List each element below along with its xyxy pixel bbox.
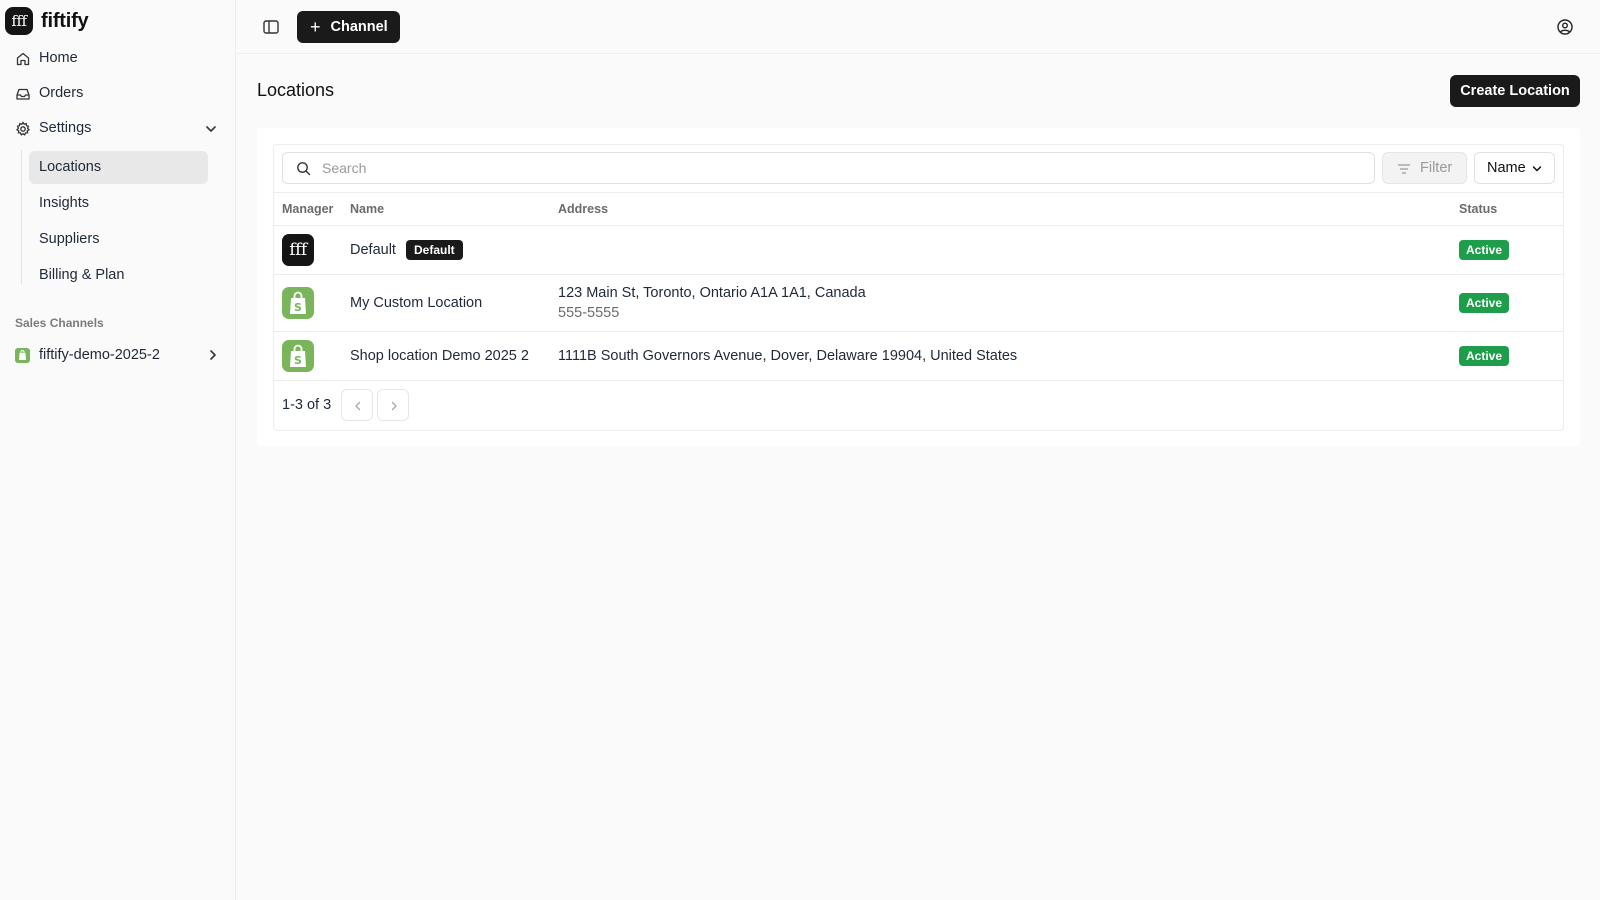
fiftify-manager-icon: fff bbox=[282, 234, 314, 266]
sidebar-item-label: Billing & Plan bbox=[39, 267, 125, 283]
status-badge: Active bbox=[1459, 346, 1510, 366]
sales-channels-heading: Sales Channels bbox=[15, 316, 104, 330]
sort-label: Name bbox=[1487, 160, 1526, 176]
divider bbox=[273, 192, 1564, 193]
next-page-button[interactable] bbox=[377, 389, 409, 421]
filter-icon bbox=[1397, 164, 1411, 174]
gear-icon bbox=[15, 121, 31, 136]
column-header-status: Status bbox=[1459, 202, 1498, 216]
divider bbox=[273, 380, 1564, 381]
location-name: Default bbox=[350, 242, 396, 258]
sidebar-item-label: Settings bbox=[39, 120, 92, 136]
chevron-down-icon[interactable] bbox=[204, 122, 218, 136]
create-location-button[interactable]: Create Location bbox=[1450, 75, 1580, 107]
user-account-icon[interactable] bbox=[1556, 18, 1574, 36]
sort-dropdown[interactable]: Name bbox=[1474, 152, 1555, 184]
add-channel-label: Channel bbox=[330, 19, 388, 35]
add-channel-button[interactable]: + Channel bbox=[297, 11, 400, 43]
filter-label: Filter bbox=[1420, 160, 1453, 176]
search-input[interactable] bbox=[322, 158, 1362, 178]
search-icon bbox=[297, 162, 311, 176]
svg-text:S: S bbox=[294, 301, 302, 314]
shopify-manager-icon: S bbox=[282, 287, 314, 319]
sidebar-item-label: Locations bbox=[39, 159, 102, 175]
search-field[interactable] bbox=[282, 152, 1375, 184]
sidebar-item-label: Orders bbox=[39, 85, 84, 101]
subnav-divider bbox=[21, 150, 22, 284]
sidebar-item-suppliers[interactable]: Suppliers bbox=[29, 223, 208, 256]
previous-page-button[interactable] bbox=[341, 389, 373, 421]
sidebar-item-label: Insights bbox=[39, 195, 89, 211]
sidebar-toggle-icon[interactable] bbox=[262, 18, 280, 36]
home-icon bbox=[16, 52, 30, 66]
chevron-right-icon bbox=[391, 401, 397, 411]
inbox-icon bbox=[16, 88, 30, 100]
sidebar-item-label: Home bbox=[39, 50, 78, 66]
sidebar-item-channel[interactable]: fiftify-demo-2025-2 bbox=[0, 340, 236, 370]
topbar: + Channel bbox=[237, 0, 1600, 54]
sidebar-item-label: Suppliers bbox=[39, 231, 100, 247]
sidebar-item-label: fiftify-demo-2025-2 bbox=[39, 347, 160, 363]
column-header-name: Name bbox=[350, 202, 385, 216]
chevron-right-icon bbox=[210, 350, 216, 360]
location-address: 1111B South Governors Avenue, Dover, Del… bbox=[558, 348, 1018, 364]
sidebar-item-insights[interactable]: Insights bbox=[29, 187, 208, 220]
brand[interactable]: fff fiftify bbox=[5, 7, 89, 35]
status-badge: Active bbox=[1459, 240, 1510, 260]
pagination-label: 1-3 of 3 bbox=[282, 397, 332, 413]
svg-text:S: S bbox=[294, 354, 302, 367]
sidebar: fff fiftify Home Orders Settings Locatio… bbox=[0, 0, 236, 900]
location-name: Shop location Demo 2025 2 bbox=[350, 348, 529, 364]
chevron-down-icon bbox=[1532, 166, 1542, 172]
location-phone: 555-5555 bbox=[558, 305, 620, 321]
sidebar-item-locations[interactable]: Locations bbox=[29, 151, 208, 184]
sidebar-item-settings[interactable]: Settings bbox=[0, 114, 236, 144]
page-title: Locations bbox=[257, 80, 335, 100]
brand-logo: fff bbox=[5, 7, 33, 35]
status-badge: Active bbox=[1459, 293, 1510, 313]
column-header-manager: Manager bbox=[282, 202, 334, 216]
filter-button[interactable]: Filter bbox=[1382, 152, 1467, 184]
location-name: My Custom Location bbox=[350, 295, 483, 311]
shopify-manager-icon: S bbox=[282, 340, 314, 372]
location-address: 123 Main St, Toronto, Ontario A1A 1A1, C… bbox=[558, 285, 866, 301]
table-row[interactable] bbox=[274, 226, 1563, 274]
brand-name: fiftify bbox=[41, 9, 89, 32]
default-badge: Default bbox=[406, 240, 463, 260]
sidebar-item-billing[interactable]: Billing & Plan bbox=[29, 259, 208, 292]
sidebar-item-orders[interactable]: Orders bbox=[0, 79, 236, 109]
shopify-icon bbox=[15, 348, 30, 363]
plus-icon: + bbox=[310, 17, 321, 37]
column-header-address: Address bbox=[558, 202, 609, 216]
chevron-left-icon bbox=[355, 401, 361, 411]
sidebar-item-home[interactable]: Home bbox=[0, 44, 236, 74]
